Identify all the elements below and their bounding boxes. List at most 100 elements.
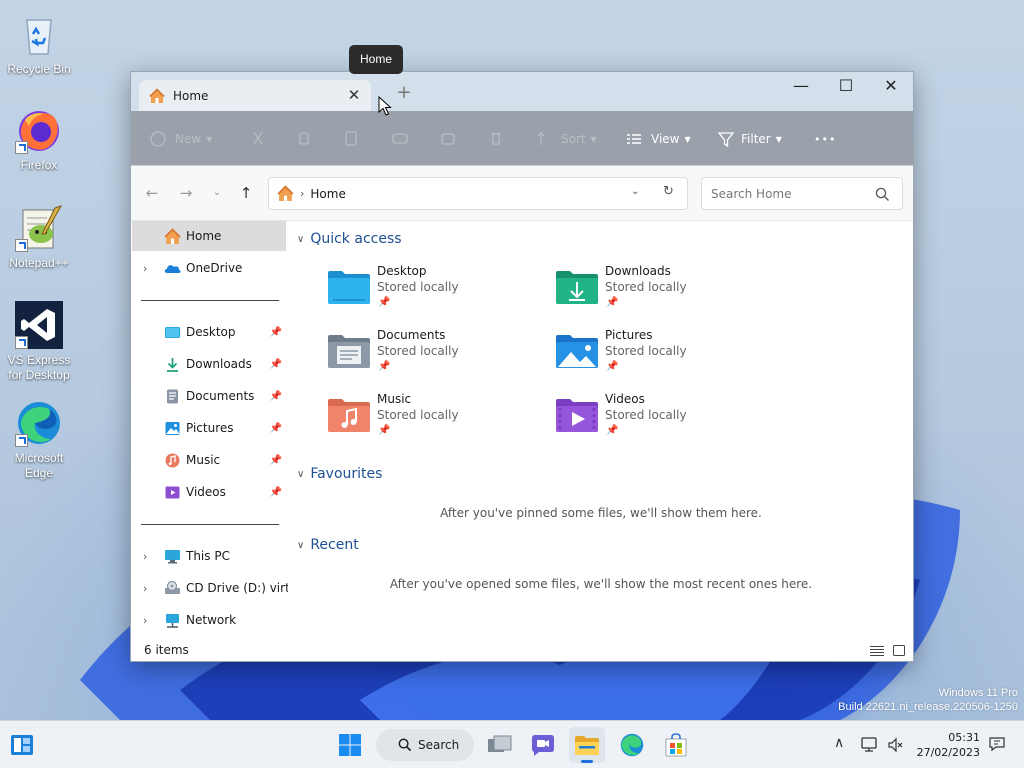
recent-header[interactable]: ∨ Recent	[297, 537, 359, 553]
nav-item-videos[interactable]: Videos 📌	[132, 477, 286, 507]
start-button[interactable]	[332, 727, 368, 763]
view-button[interactable]: View ▼	[625, 128, 691, 150]
folder-downloads[interactable]: Downloads Stored locally 📌	[555, 264, 775, 316]
store-icon	[665, 733, 687, 757]
search-input[interactable]	[711, 186, 871, 201]
desktop-icon-label: Firefox	[20, 158, 58, 172]
sort-button[interactable]: Sort ▼	[535, 128, 597, 150]
share-icon[interactable]	[439, 128, 457, 150]
details-view-icon[interactable]	[870, 645, 884, 656]
home-icon	[149, 87, 165, 103]
desktop-icon-notepad-plus-plus[interactable]: Notepad++	[1, 204, 77, 271]
expand-chevron-icon[interactable]: ›	[143, 262, 147, 275]
folder-documents[interactable]: Documents Stored locally 📌	[327, 328, 547, 380]
file-explorer-window: Home ✕ + — ☐ ✕ New ▼ Sort ▼ View ▼ Filter ▼	[130, 71, 914, 662]
desktop-icon-firefox[interactable]: Firefox	[1, 106, 77, 173]
nav-item-documents[interactable]: Documents 📌	[132, 381, 286, 411]
documents-folder-icon	[328, 335, 370, 368]
maximize-button[interactable]: ☐	[823, 72, 869, 102]
show-hidden-icons-chevron-icon[interactable]: ∧	[834, 735, 844, 751]
nav-item-music[interactable]: Music 📌	[132, 445, 286, 475]
file-explorer-taskbar-button[interactable]	[569, 727, 605, 763]
command-bar: New ▼ Sort ▼ View ▼ Filter ▼ •••	[131, 111, 913, 166]
back-button[interactable]: ←	[140, 182, 164, 204]
more-options-button[interactable]: •••	[814, 128, 836, 150]
tab-close-icon[interactable]: ✕	[345, 86, 363, 104]
videos-folder-icon	[556, 399, 598, 432]
tiles-view-icon[interactable]	[892, 645, 906, 656]
copy-icon[interactable]	[295, 128, 313, 150]
nav-item-onedrive[interactable]: › OneDrive	[132, 253, 286, 283]
clock[interactable]: 05:31 27/02/2023	[917, 730, 980, 760]
nav-item-label: Pictures	[186, 421, 234, 435]
cut-icon[interactable]	[249, 128, 267, 150]
expand-chevron-icon[interactable]: ›	[143, 614, 147, 627]
folder-videos[interactable]: Videos Stored locally 📌	[555, 392, 775, 444]
task-view-button[interactable]	[482, 727, 518, 763]
desktop-icon-label: Microsoft Edge	[14, 451, 64, 480]
microsoft-store-button[interactable]	[658, 727, 694, 763]
close-window-button[interactable]: ✕	[868, 72, 913, 102]
nav-item-this-pc[interactable]: › This PC	[132, 541, 286, 571]
address-bar[interactable]: › Home ⌄ ↻	[268, 177, 688, 210]
folder-music[interactable]: Music Stored locally 📌	[327, 392, 547, 444]
desktop-icon-vs-express[interactable]: VS Express for Desktop	[1, 301, 77, 383]
breadcrumb[interactable]: Home	[310, 187, 345, 201]
teams-chat-button[interactable]	[525, 727, 561, 763]
expand-chevron-icon[interactable]: ›	[143, 582, 147, 595]
edge-taskbar-button[interactable]	[614, 727, 650, 763]
desktop-folder-icon	[165, 326, 180, 338]
nav-item-downloads[interactable]: Downloads 📌	[132, 349, 286, 379]
new-tab-button[interactable]: +	[393, 82, 415, 104]
taskbar-search-label: Search	[418, 738, 460, 752]
desktop-icon-edge[interactable]: Microsoft Edge	[1, 399, 77, 481]
notifications-icon[interactable]	[988, 735, 1006, 753]
minimize-button[interactable]: —	[778, 72, 824, 102]
up-button[interactable]: ↑	[234, 182, 258, 204]
desktop-icon-recycle-bin[interactable]: Recycle Bin	[1, 10, 77, 77]
nav-item-network[interactable]: › Network	[132, 605, 286, 635]
search-box[interactable]	[701, 177, 903, 210]
network-icon	[166, 613, 179, 628]
nav-item-home[interactable]: Home	[132, 221, 286, 251]
desktop-icon-label: VS Express for Desktop	[7, 353, 71, 382]
folder-desktop[interactable]: Desktop Stored locally 📌	[327, 264, 547, 316]
collapse-chevron-icon[interactable]: ∨	[297, 469, 304, 480]
tab-home[interactable]: Home ✕	[139, 80, 371, 111]
paste-icon[interactable]	[342, 128, 360, 150]
sort-icon	[537, 132, 545, 145]
new-button[interactable]: New ▼	[149, 128, 212, 150]
collapse-chevron-icon[interactable]: ∨	[297, 234, 304, 245]
collapse-chevron-icon[interactable]: ∨	[297, 540, 304, 551]
folder-icon	[575, 736, 599, 755]
pictures-folder-icon	[556, 335, 598, 368]
recent-locations-button[interactable]: ⌄	[205, 182, 229, 204]
volume-muted-icon[interactable]	[887, 736, 905, 754]
forward-button[interactable]: →	[174, 182, 198, 204]
nav-item-cd-drive[interactable]: › CD Drive (D:) virtio-	[132, 573, 288, 603]
breadcrumb-chevron-icon: ›	[300, 187, 305, 200]
filter-button[interactable]: Filter ▼	[717, 128, 782, 150]
delete-icon[interactable]	[487, 128, 505, 150]
nav-divider	[141, 300, 279, 301]
notepad-plus-plus-icon	[15, 204, 63, 252]
expand-chevron-icon[interactable]: ›	[143, 550, 147, 563]
pin-icon: 📌	[269, 326, 282, 338]
folder-pictures[interactable]: Pictures Stored locally 📌	[555, 328, 775, 380]
network-status-icon[interactable]	[861, 736, 879, 754]
nav-item-pictures[interactable]: Pictures 📌	[132, 413, 286, 443]
favourites-header[interactable]: ∨ Favourites	[297, 466, 382, 482]
search-icon[interactable]	[875, 187, 890, 202]
widgets-button[interactable]	[4, 727, 40, 763]
tab-label: Home	[173, 88, 209, 103]
address-history-chevron-icon[interactable]: ⌄	[631, 186, 639, 197]
document-icon	[167, 389, 178, 403]
sort-label: Sort	[561, 132, 586, 146]
taskbar-search-button[interactable]: Search	[376, 729, 474, 761]
task-view-icon	[488, 735, 512, 752]
refresh-icon[interactable]: ↻	[663, 184, 674, 199]
filter-icon	[717, 132, 735, 148]
quick-access-header[interactable]: ∨ Quick access	[297, 231, 402, 247]
rename-icon[interactable]	[391, 128, 409, 150]
nav-item-desktop[interactable]: Desktop 📌	[132, 317, 286, 347]
